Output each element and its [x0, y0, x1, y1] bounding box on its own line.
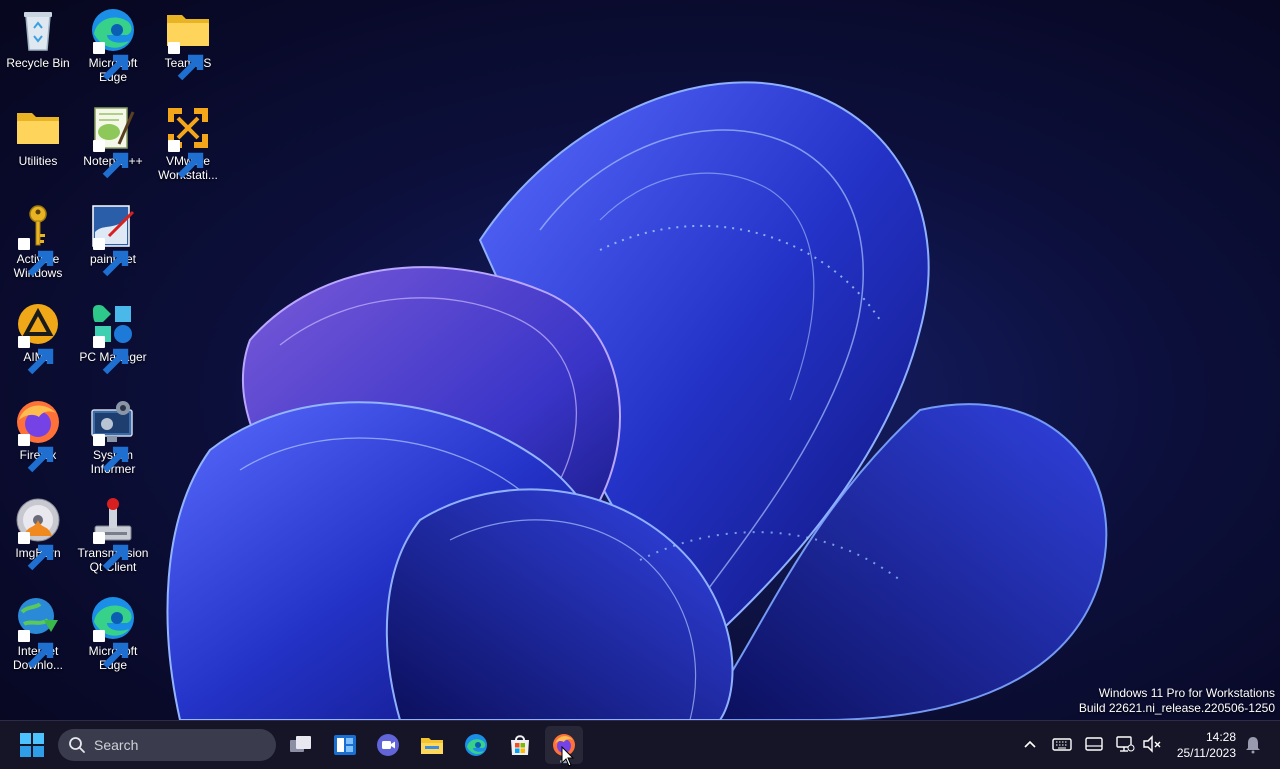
volume-button[interactable]	[1141, 733, 1163, 755]
transmission-icon	[89, 496, 137, 571]
shortcut-arrow-icon	[18, 532, 54, 571]
task-view-icon	[290, 736, 311, 752]
notifications-button[interactable]	[1242, 733, 1264, 755]
shortcut-arrow-icon	[93, 140, 129, 179]
pc-manager-icon	[89, 300, 137, 375]
desktop-icon-folder[interactable]: Utilities	[0, 100, 76, 168]
folder-icon	[164, 6, 212, 81]
edge-icon	[89, 594, 137, 669]
edge-icon	[465, 734, 487, 756]
taskbar-clock[interactable]: 14:28 25/11/2023	[1177, 729, 1236, 761]
network-disconnected-icon	[1116, 736, 1135, 752]
chevron-up-icon	[1024, 740, 1036, 748]
task-view-button[interactable]	[282, 726, 320, 764]
desktop-icon-recycle-bin[interactable]: Recycle Bin	[0, 2, 76, 70]
windows-build-watermark: Windows 11 Pro for Workstations Build 22…	[1079, 686, 1275, 716]
network-status-button[interactable]	[1114, 733, 1136, 755]
store-button[interactable]	[501, 726, 539, 764]
desktop-icon-transmission[interactable]: Transmission Qt Client	[75, 492, 151, 574]
key-icon	[14, 202, 62, 277]
desktop-icon-label: Recycle Bin	[6, 56, 70, 70]
clock-time: 14:28	[1205, 730, 1236, 744]
recycle-bin-icon	[14, 6, 62, 54]
shortcut-arrow-icon	[18, 336, 54, 375]
desktop-icon-firefox[interactable]: Firefox	[0, 394, 76, 473]
notepad-plus-plus-icon	[89, 104, 137, 179]
widgets-icon	[334, 735, 356, 755]
search-icon	[69, 737, 85, 753]
shortcut-arrow-icon	[18, 434, 54, 473]
shortcut-arrow-icon	[93, 336, 129, 375]
desktop-icon-paint-net[interactable]: paint.net	[75, 198, 151, 277]
desktop-icon-pc-manager[interactable]: PC Manager	[75, 296, 151, 375]
edge-taskbar-button[interactable]	[457, 726, 495, 764]
desktop-icon-label: Utilities	[18, 154, 58, 168]
shortcut-arrow-icon	[168, 42, 204, 81]
desktop-icon-imgburn[interactable]: ImgBurn	[0, 492, 76, 571]
internet-download-manager-icon	[14, 594, 62, 669]
taskbar: Search 14:28 25/11/2023	[0, 720, 1280, 769]
desktop-icon-vmware[interactable]: VMware Workstati...	[150, 100, 226, 182]
microsoft-store-icon	[511, 735, 529, 755]
widgets-button[interactable]	[326, 726, 364, 764]
teams-meet-icon	[377, 734, 399, 756]
mouse-cursor	[561, 746, 575, 767]
desktop-icon-internet-download-manager[interactable]: Internet Downlo...	[0, 590, 76, 672]
shortcut-arrow-icon	[93, 42, 129, 81]
desktop-icon-key[interactable]: Activate Windows	[0, 198, 76, 280]
bell-icon	[1246, 737, 1260, 754]
clock-date: 25/11/2023	[1176, 746, 1236, 760]
shortcut-arrow-icon	[93, 238, 129, 277]
file-explorer-icon	[421, 738, 443, 754]
edge-icon	[89, 6, 137, 81]
watermark-build: Build 22621.ni_release.220506-1250	[1078, 701, 1275, 715]
desktop-icon-folder[interactable]: TeamOS	[150, 2, 226, 81]
system-informer-icon	[89, 398, 137, 473]
desktop-icon-aimp[interactable]: AIMP	[0, 296, 76, 375]
taskbar-search-box[interactable]: Search	[58, 729, 276, 761]
file-explorer-button[interactable]	[413, 726, 451, 764]
shortcut-arrow-icon	[93, 630, 129, 669]
shortcut-arrow-icon	[93, 532, 129, 571]
desktop-icon-edge[interactable]: Microsoft Edge	[75, 590, 151, 672]
display-icon	[1085, 737, 1103, 751]
imgburn-icon	[14, 496, 62, 571]
touch-keyboard-button[interactable]	[1051, 733, 1073, 755]
desktop-icon-notepad-plus-plus[interactable]: Notepad++	[75, 100, 151, 179]
show-hidden-icons-button[interactable]	[1019, 733, 1041, 755]
shortcut-arrow-icon	[168, 140, 204, 179]
meet-button[interactable]	[369, 726, 407, 764]
desktop-icon-edge[interactable]: Microsoft Edge	[75, 2, 151, 84]
keyboard-icon	[1052, 738, 1072, 751]
aimp-icon	[14, 300, 62, 375]
vmware-icon	[164, 104, 212, 179]
desktop-icon-system-informer[interactable]: System Informer	[75, 394, 151, 476]
watermark-edition: Windows 11 Pro for Workstations	[1098, 686, 1275, 700]
shortcut-arrow-icon	[18, 238, 54, 277]
volume-muted-icon	[1143, 735, 1161, 753]
shortcut-arrow-icon	[18, 630, 54, 669]
paint-net-icon	[89, 202, 137, 277]
folder-icon	[14, 104, 62, 152]
search-placeholder: Search	[94, 737, 139, 753]
input-indicator-button[interactable]	[1083, 733, 1105, 755]
start-icon	[20, 733, 44, 757]
firefox-icon	[14, 398, 62, 473]
shortcut-arrow-icon	[93, 434, 129, 473]
start-button[interactable]	[13, 726, 51, 764]
